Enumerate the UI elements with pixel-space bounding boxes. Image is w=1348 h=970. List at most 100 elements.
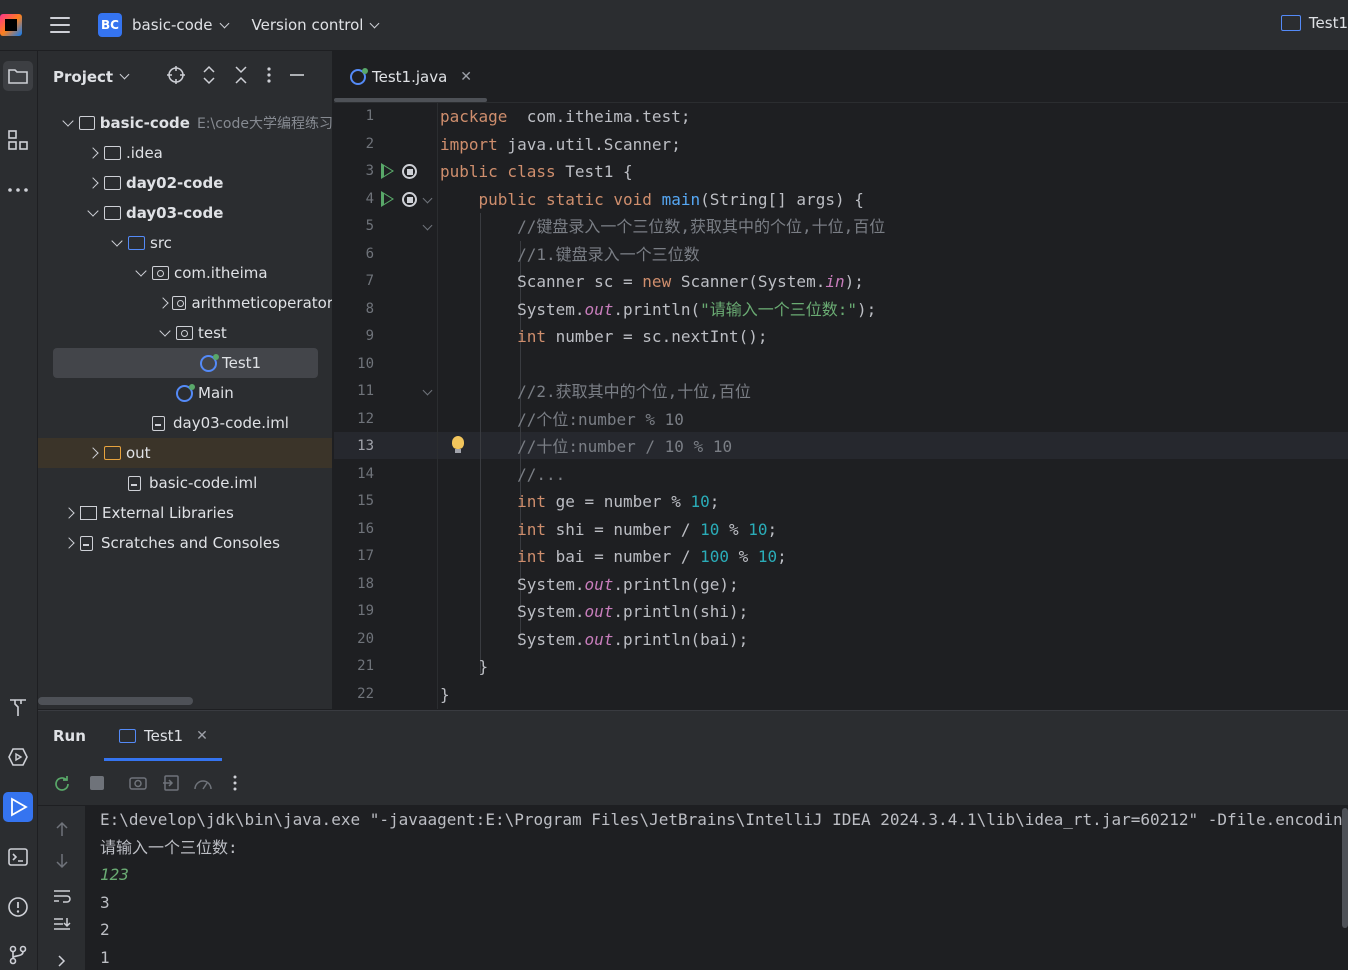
run-main-icon[interactable]: [381, 191, 394, 207]
exit-icon[interactable]: [162, 774, 182, 792]
line-number[interactable]: 16: [334, 516, 374, 544]
line-number[interactable]: 6: [334, 241, 374, 269]
tree-item[interactable]: arithmeticoperator: [38, 288, 332, 318]
soft-wrap-icon[interactable]: [52, 888, 72, 904]
code-line[interactable]: //1.键盘录入一个三位数: [440, 241, 700, 269]
collapse-all-icon[interactable]: [232, 65, 250, 85]
line-number[interactable]: 14: [334, 461, 374, 489]
scroll-down-icon[interactable]: [54, 852, 70, 870]
line-number[interactable]: 2: [334, 131, 374, 159]
build-tool-icon[interactable]: [3, 692, 33, 722]
options-icon[interactable]: [264, 65, 274, 85]
editor-tab-test1[interactable]: Test1.java ✕: [334, 51, 487, 103]
project-switcher[interactable]: basic-code: [132, 16, 229, 34]
line-number[interactable]: 15: [334, 488, 374, 516]
line-number[interactable]: 1: [334, 103, 374, 131]
code-line[interactable]: public class Test1 {: [440, 158, 633, 186]
hide-panel-icon[interactable]: [288, 65, 306, 85]
terminal-tool-icon[interactable]: [3, 842, 33, 872]
code-line[interactable]: System.out.println(shi);: [440, 598, 748, 626]
more-tools-icon[interactable]: [3, 175, 33, 205]
line-number[interactable]: 4: [334, 186, 374, 214]
more-options-icon[interactable]: [230, 774, 240, 792]
close-tab-icon[interactable]: ✕: [460, 69, 472, 85]
close-run-tab-icon[interactable]: ✕: [196, 728, 208, 744]
camera-icon[interactable]: [128, 774, 148, 792]
code-line[interactable]: public static void main(String[] args) {: [440, 186, 864, 214]
services-tool-icon[interactable]: [3, 742, 33, 772]
chevron-right-icon[interactable]: [87, 447, 99, 459]
chevron-right-icon[interactable]: [63, 507, 75, 519]
line-number[interactable]: 22: [334, 681, 374, 709]
line-number[interactable]: 11: [334, 378, 374, 406]
tree-horizontal-scrollbar[interactable]: [38, 697, 193, 705]
tree-item[interactable]: Test1: [53, 348, 318, 378]
tree-item[interactable]: Scratches and Consoles: [38, 528, 332, 558]
code-line[interactable]: int number = sc.nextInt();: [440, 323, 767, 351]
console-output[interactable]: E:\develop\jdk\bin\java.exe "-javaagent:…: [100, 806, 1348, 970]
chevron-right-icon[interactable]: [63, 537, 75, 549]
code-line[interactable]: System.out.println(ge);: [440, 571, 739, 599]
code-line[interactable]: int ge = number % 10;: [440, 488, 719, 516]
project-panel-title[interactable]: Project: [53, 68, 113, 86]
code-line[interactable]: import java.util.Scanner;: [440, 131, 681, 159]
line-number[interactable]: 13: [334, 433, 374, 461]
chevron-down-icon[interactable]: [111, 235, 123, 247]
chevron-down-icon[interactable]: [159, 325, 171, 337]
code-line[interactable]: package com.itheima.test;: [440, 103, 690, 131]
code-line[interactable]: //...: [440, 461, 565, 489]
chevron-right-icon[interactable]: [87, 177, 99, 189]
chevron-down-icon[interactable]: [62, 115, 75, 127]
run-tab-test1[interactable]: Test1 ✕: [104, 711, 222, 761]
chevron-down-icon[interactable]: [135, 265, 147, 277]
tree-item[interactable]: basic-code E:\code大学编程练习: [38, 108, 332, 138]
tree-item[interactable]: src: [38, 228, 332, 258]
stop-run-icon[interactable]: [88, 774, 106, 792]
locate-icon[interactable]: [166, 65, 186, 85]
code-line[interactable]: System.out.println("请输入一个三位数:");: [440, 296, 876, 324]
line-number[interactable]: 8: [334, 296, 374, 324]
chevron-right-icon[interactable]: [157, 297, 169, 309]
chevron-down-icon[interactable]: [119, 69, 130, 79]
tree-item[interactable]: day02-code: [38, 168, 332, 198]
main-menu-icon[interactable]: [50, 17, 70, 33]
vcs-menu[interactable]: Version control: [252, 16, 380, 34]
code-line[interactable]: Scanner sc = new Scanner(System.in);: [440, 268, 864, 296]
line-number[interactable]: 5: [334, 213, 374, 241]
code-line[interactable]: }: [440, 653, 489, 681]
problems-tool-icon[interactable]: [3, 892, 33, 922]
project-badge[interactable]: BC: [98, 13, 122, 37]
profiler-icon[interactable]: [192, 774, 214, 792]
chevron-right-icon[interactable]: [87, 147, 99, 159]
line-number[interactable]: 18: [334, 571, 374, 599]
tree-item[interactable]: .idea: [38, 138, 332, 168]
tree-item[interactable]: com.itheima: [38, 258, 332, 288]
line-number[interactable]: 9: [334, 323, 374, 351]
code-line[interactable]: int bai = number / 100 % 10;: [440, 543, 787, 571]
code-line[interactable]: }: [440, 681, 450, 709]
scroll-to-end-icon[interactable]: [52, 916, 72, 932]
code-line[interactable]: //十位:number / 10 % 10: [440, 433, 732, 461]
tree-item[interactable]: day03-code: [38, 198, 332, 228]
structure-tool-icon[interactable]: [3, 125, 33, 155]
run-config-selector[interactable]: Test1: [1280, 14, 1348, 32]
tree-item[interactable]: Main: [38, 378, 332, 408]
tree-item[interactable]: out: [38, 438, 332, 468]
line-number[interactable]: 12: [334, 406, 374, 434]
intellij-logo-icon[interactable]: [0, 14, 22, 36]
line-number[interactable]: 10: [334, 351, 374, 379]
tree-item[interactable]: test: [38, 318, 332, 348]
line-number[interactable]: 17: [334, 543, 374, 571]
git-tool-icon[interactable]: [3, 940, 33, 970]
chevron-down-icon[interactable]: [87, 205, 99, 217]
code-line[interactable]: int shi = number / 10 % 10;: [440, 516, 777, 544]
tree-item[interactable]: basic-code.iml: [38, 468, 332, 498]
line-number[interactable]: 21: [334, 653, 374, 681]
line-number[interactable]: 19: [334, 598, 374, 626]
chevron-right-icon[interactable]: [56, 954, 68, 968]
line-number[interactable]: 7: [334, 268, 374, 296]
expand-all-icon[interactable]: [200, 65, 218, 85]
code-line[interactable]: //2.获取其中的个位,十位,百位: [440, 378, 751, 406]
scroll-up-icon[interactable]: [54, 820, 70, 838]
code-line[interactable]: //个位:number % 10: [440, 406, 684, 434]
